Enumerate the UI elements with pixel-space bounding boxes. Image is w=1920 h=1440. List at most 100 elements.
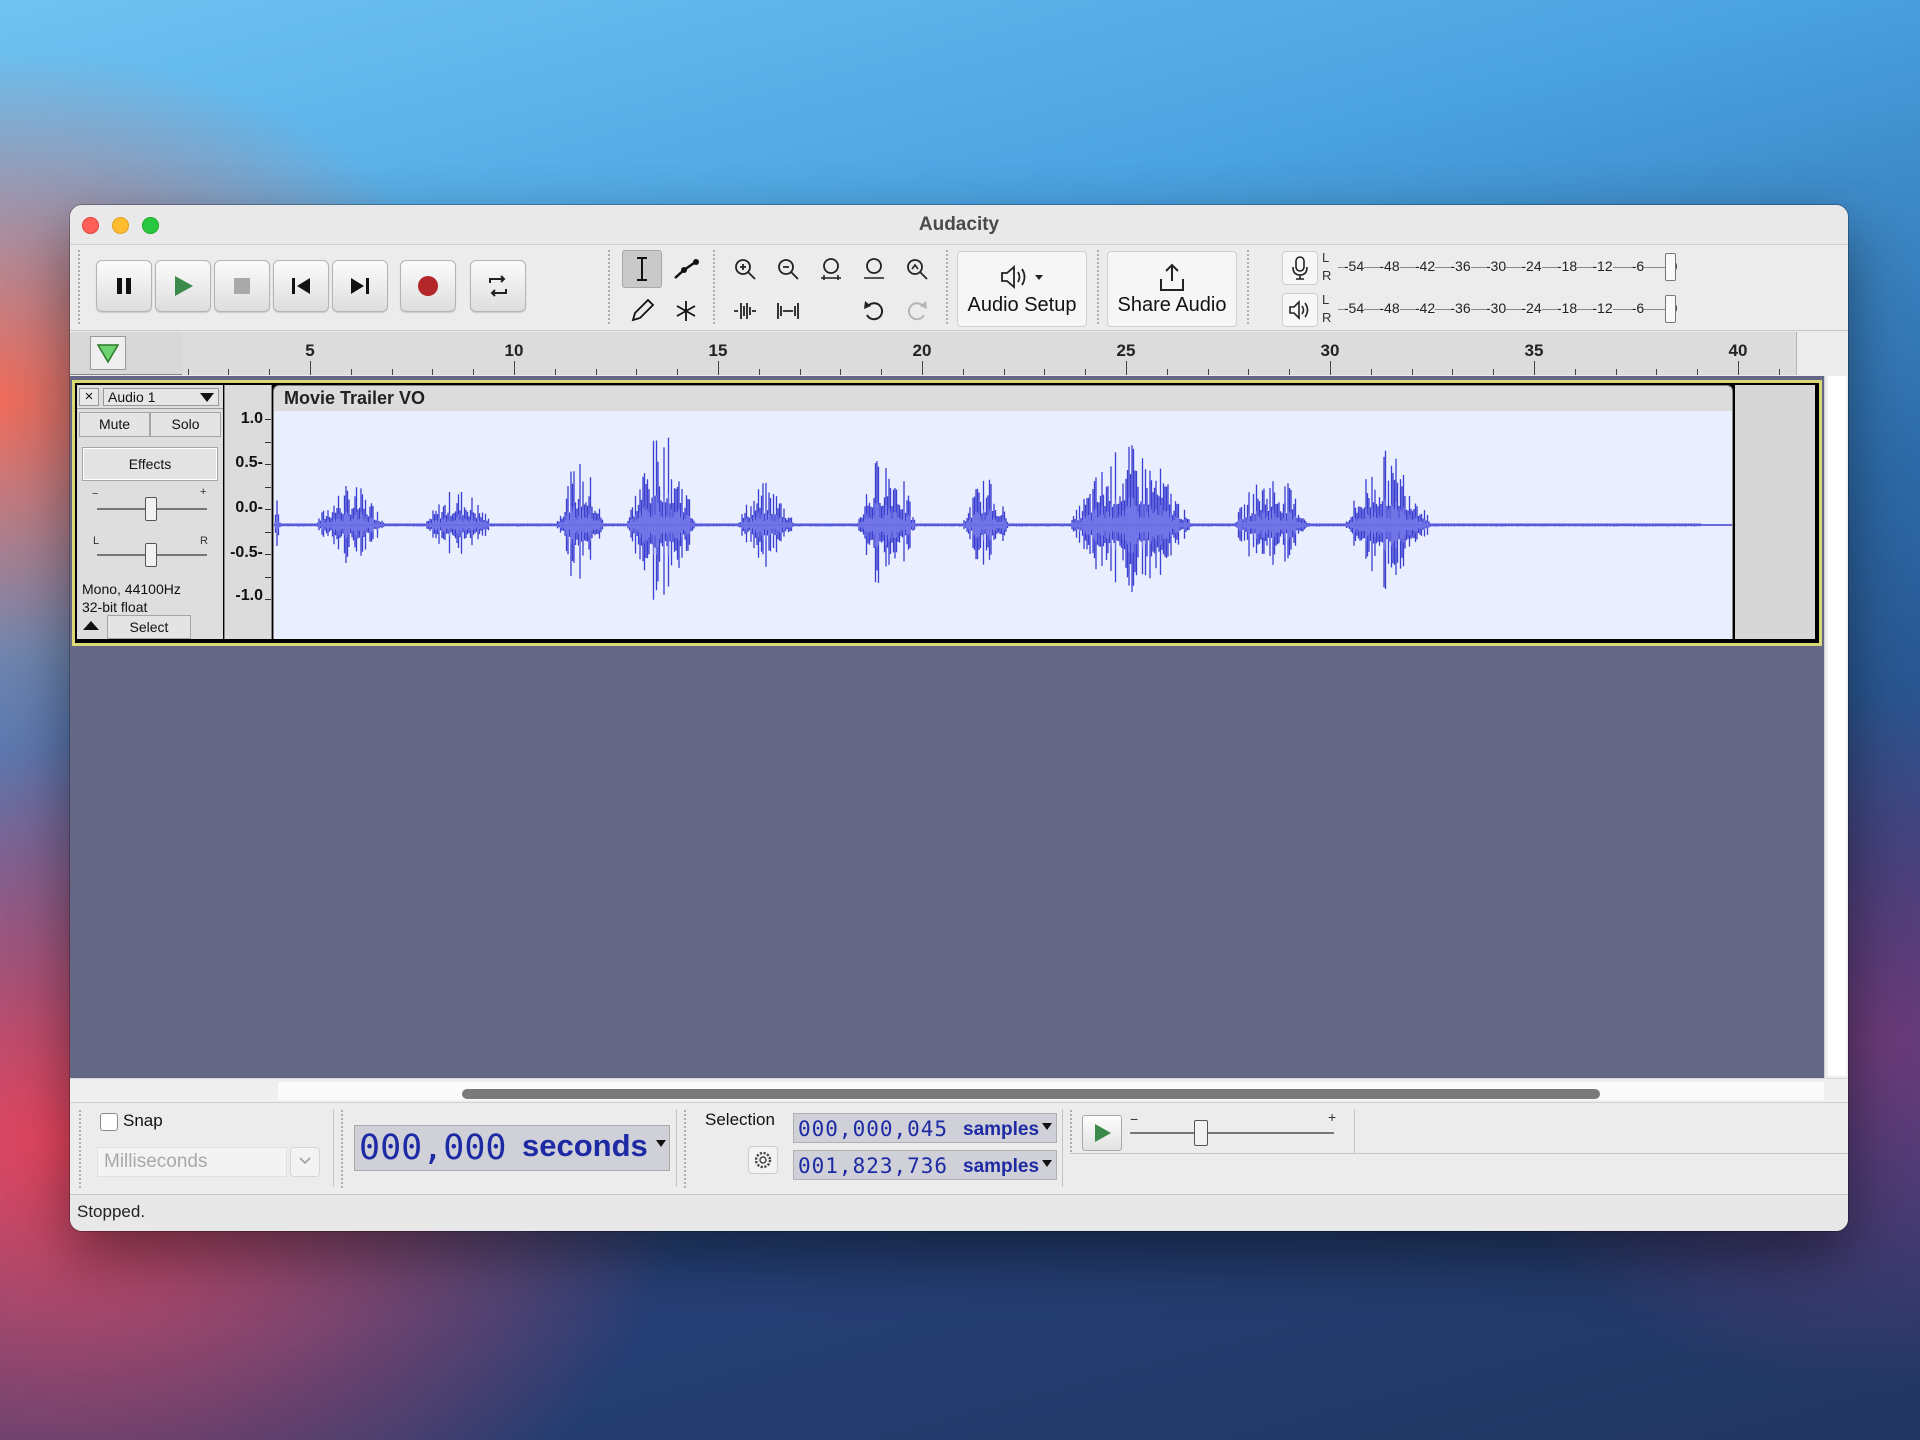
zoom-out-button[interactable]: [768, 250, 808, 288]
toolbar-grip[interactable]: [1246, 249, 1251, 325]
toolbar-grip[interactable]: [77, 249, 82, 325]
toolbar-grip[interactable]: [712, 249, 717, 325]
skip-start-icon: [292, 278, 310, 294]
play-head-button[interactable]: [90, 336, 126, 370]
pause-button[interactable]: [96, 260, 152, 312]
ruler-tick: [636, 369, 638, 375]
draw-tool[interactable]: [622, 292, 662, 330]
stop-icon: [234, 278, 250, 294]
waveform[interactable]: [273, 411, 1733, 639]
solo-button[interactable]: Solo: [150, 412, 221, 437]
toolbar-grip[interactable]: [683, 1109, 688, 1189]
trim-audio-button[interactable]: [725, 292, 765, 330]
vertical-scrollbar[interactable]: [1824, 376, 1848, 1078]
fit-selection-button[interactable]: [811, 250, 851, 288]
playback-meter-scale: -54-48-42-36-30-24-18-12-60: [1338, 291, 1678, 329]
amplitude-tick: [265, 441, 271, 443]
ruler-tick: [432, 369, 434, 375]
amplitude-scale[interactable]: 1.0 0.5- 0.0- -0.5- -1.0: [224, 385, 272, 639]
toolbar-grip[interactable]: [1096, 249, 1101, 325]
skip-to-start-button[interactable]: [273, 260, 329, 312]
selection-settings-button[interactable]: [748, 1146, 778, 1174]
pan-slider[interactable]: [145, 543, 157, 567]
ruler-label: 5: [305, 341, 315, 360]
time-display[interactable]: 000,000 seconds: [354, 1125, 670, 1171]
playback-meter[interactable]: LR -54-48-42-36-30-24-18-12-60: [1282, 291, 1682, 329]
selection-tool[interactable]: [622, 250, 662, 288]
collapse-track-icon[interactable]: [83, 621, 99, 630]
audio-setup-button[interactable]: Audio Setup: [957, 251, 1087, 327]
envelope-tool[interactable]: [666, 250, 706, 288]
selection-start-digits: 000,000,045: [798, 1117, 949, 1141]
gain-slider[interactable]: [145, 497, 157, 521]
snap-unit-select[interactable]: Milliseconds: [97, 1147, 287, 1177]
silence-audio-button[interactable]: [768, 292, 808, 330]
timeline-ruler[interactable]: 5 10 15 20 25 30 35 40: [70, 332, 1848, 375]
stop-button[interactable]: [214, 260, 270, 312]
ruler-tick: [1248, 369, 1250, 375]
redo-button[interactable]: [897, 292, 937, 330]
effects-button[interactable]: Effects: [82, 447, 218, 481]
share-audio-button[interactable]: Share Audio: [1107, 251, 1237, 327]
horizontal-scroll-thumb[interactable]: [462, 1089, 1600, 1099]
toolbar-grip[interactable]: [1069, 1109, 1074, 1153]
zoom-in-icon: [735, 259, 756, 280]
meter-right-label: R: [1322, 310, 1332, 325]
amplitude-tick: [265, 599, 271, 600]
recording-meter-handle[interactable]: [1665, 253, 1676, 281]
waveform-path: [273, 437, 1702, 600]
playback-meter-handle[interactable]: [1665, 295, 1676, 323]
selection-start-field[interactable]: 000,000,045 samples: [793, 1113, 1057, 1143]
amplitude-label: -1.0: [235, 587, 263, 604]
toolbar-grip[interactable]: [607, 249, 612, 325]
play-at-speed-button[interactable]: [1082, 1115, 1122, 1151]
timeline-scale[interactable]: 5 10 15 20 25 30 35 40: [182, 332, 1797, 375]
time-format-dropdown-icon[interactable]: [656, 1140, 666, 1147]
loop-button[interactable]: [470, 260, 526, 312]
playback-speed-slider[interactable]: [1194, 1120, 1208, 1146]
selection-start-dropdown-icon[interactable]: [1042, 1123, 1052, 1130]
close-track-button[interactable]: ×: [79, 388, 99, 406]
ruler-tick: [840, 369, 842, 375]
ruler-tick: [595, 369, 597, 375]
clip-title-bar[interactable]: Movie Trailer VO: [273, 385, 1733, 411]
gain-max-label: +: [200, 486, 207, 498]
horizontal-scrollbar[interactable]: [70, 1078, 1848, 1102]
audio-clip[interactable]: Movie Trailer VO: [273, 385, 1733, 639]
bit-depth-text: 32-bit float: [82, 599, 148, 615]
selection-end-dropdown-icon[interactable]: [1042, 1160, 1052, 1167]
microphone-button[interactable]: [1282, 251, 1318, 285]
record-button[interactable]: [400, 260, 456, 312]
zoom-toggle-button[interactable]: [897, 250, 937, 288]
toolbar-grip[interactable]: [78, 1109, 83, 1189]
toolbar-grip[interactable]: [340, 1109, 345, 1189]
ruler-tick: [799, 369, 801, 375]
snap-checkbox[interactable]: [100, 1113, 118, 1131]
mute-button[interactable]: Mute: [79, 412, 150, 437]
track-name: Audio 1: [108, 389, 156, 405]
playhead-triangle-icon: [96, 344, 120, 364]
toolbar-grip[interactable]: [945, 249, 950, 325]
envelope-tool-icon: [674, 259, 699, 279]
fit-selection-icon: [821, 258, 841, 280]
playback-speaker-button[interactable]: [1282, 293, 1318, 327]
tracks-area[interactable]: × Audio 1 Mute Solo Effects − + L R Mono…: [70, 376, 1824, 1078]
pan-right-label: R: [200, 535, 208, 547]
fit-project-button[interactable]: [854, 250, 894, 288]
multi-tool[interactable]: [666, 292, 706, 330]
skip-to-end-button[interactable]: [332, 260, 388, 312]
select-track-button[interactable]: Select: [107, 615, 191, 639]
audio-track[interactable]: × Audio 1 Mute Solo Effects − + L R Mono…: [72, 380, 1822, 646]
undo-button[interactable]: [854, 292, 894, 330]
title-bar: Audacity: [70, 205, 1848, 245]
recording-meter[interactable]: LR -54-48-42-36-30-24-18-12-60: [1282, 249, 1682, 287]
zoom-in-button[interactable]: [725, 250, 765, 288]
selection-end-field[interactable]: 001,823,736 samples: [793, 1150, 1057, 1180]
meter-tick-label: -12: [1592, 300, 1613, 316]
play-button[interactable]: [155, 260, 211, 312]
gain-min-label: −: [92, 488, 99, 500]
trim-icon: [734, 303, 756, 319]
snap-unit-dropdown[interactable]: [290, 1147, 320, 1177]
track-name-menu[interactable]: Audio 1: [103, 388, 219, 406]
record-icon: [418, 276, 438, 296]
